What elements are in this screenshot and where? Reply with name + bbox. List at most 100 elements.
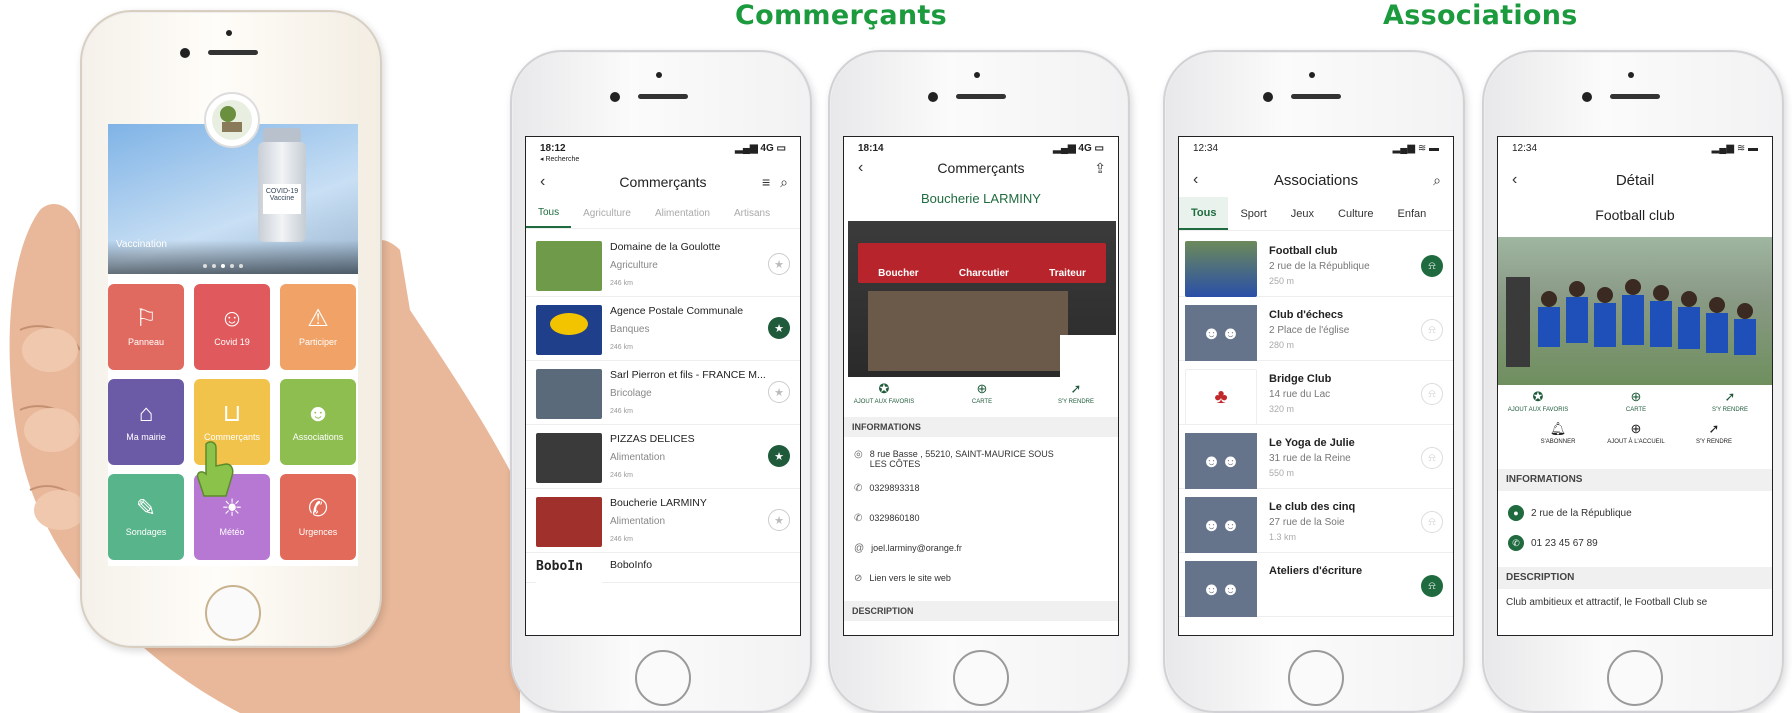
map-icon: ⊕	[1630, 389, 1642, 404]
tile-poll[interactable]: ✎ Sondages	[108, 474, 184, 560]
tab-1[interactable]: Agriculture	[571, 199, 643, 228]
status-time: 18:14	[858, 143, 884, 154]
list-item[interactable]: Football club 2 rue de la République 250 m…	[1179, 233, 1453, 297]
list-item[interactable]: Sarl Pierron et fils - FRANCE M... Bricol…	[526, 361, 800, 425]
list-item[interactable]: ♣ Bridge Club 14 rue du Lac 320 m ⍾	[1179, 361, 1453, 425]
item-address: 2 Place de l'église	[1269, 325, 1350, 336]
tab-0[interactable]: Tous	[1179, 197, 1229, 230]
subscribe-bell-icon[interactable]: ⍾	[1421, 319, 1443, 341]
home-button[interactable]	[953, 650, 1009, 706]
shop-photo[interactable]: Boucher Charcutier Traiteur	[848, 221, 1116, 377]
banner-pager[interactable]	[203, 264, 243, 268]
directions-button[interactable]: ➚ S'Y RENDRE	[1690, 389, 1770, 413]
status-time: 12:34	[1193, 143, 1219, 154]
back-chevron-icon[interactable]: ‹	[1512, 171, 1517, 189]
info-header: INFORMATIONS	[1498, 469, 1772, 491]
item-distance: 246 km	[610, 472, 633, 479]
associations-heading: Associations	[1383, 0, 1578, 31]
item-name: Agence Postale Communale	[610, 305, 744, 317]
item-name: Bridge Club	[1269, 373, 1332, 385]
subscribe-button[interactable]: 🔔︎ S'ABONNER	[1518, 421, 1598, 445]
commercants-list-screen: 18:12 ▂▄▆ 4G ▭ ◂ Recherche ‹ Commerçants …	[525, 136, 801, 636]
subscribe-bell-icon[interactable]: ⍾	[1421, 511, 1443, 533]
tab-4[interactable]: Enfan	[1385, 197, 1438, 230]
shop-thumbnail	[536, 241, 602, 291]
link-icon: ⊘	[854, 573, 863, 584]
item-distance: 280 m	[1269, 340, 1295, 350]
tab-1[interactable]: Sport	[1228, 197, 1278, 230]
list-item[interactable]: PIZZAS DELICES Alimentation 246 km ★	[526, 425, 800, 489]
search-icon[interactable]: ⌕	[1433, 172, 1441, 189]
boboinfo-logo: BoboIn	[536, 559, 602, 609]
address-row[interactable]: ◎ 8 rue Basse , 55210, SAINT-MAURICE SOUS…	[854, 449, 1054, 469]
club-thumbnail	[1185, 241, 1257, 297]
back-chevron-icon[interactable]: ‹	[540, 173, 545, 191]
home-tiles: ⚐ Panneau ☺ Covid 19 ⚠ Participer ⌂ Ma mairie ⊔ C…	[108, 284, 358, 560]
list-item[interactable]: BoboIn BoboInfo	[526, 553, 800, 609]
page-title: Associations	[1273, 171, 1359, 189]
home-button[interactable]	[205, 585, 261, 641]
post-logo-thumbnail	[536, 305, 602, 355]
list-item[interactable]: Agence Postale Communale Banques 246 km ★	[526, 297, 800, 361]
back-chevron-icon[interactable]: ‹	[1193, 171, 1198, 189]
tab-3[interactable]: Artisans	[722, 199, 782, 228]
tile-people[interactable]: ☻ Associations	[280, 379, 356, 465]
phone-row[interactable]: ✆ 01 23 45 67 89	[1508, 535, 1708, 551]
back-chevron-icon[interactable]: ‹	[858, 159, 863, 177]
list-item[interactable]: ☻☻ Le Yoga de Julie 31 rue de la Reine 550 …	[1179, 425, 1453, 489]
phone-shop-detail: 18:14 ▂▄▆ 4G ▭ ‹ Commerçants ⇪ Boucherie …	[828, 50, 1130, 713]
list-item[interactable]: ☻☻ Le club des cinq 27 rue de la Soie 1.3 k…	[1179, 489, 1453, 553]
share-icon[interactable]: ⇪	[1094, 160, 1106, 177]
list-item[interactable]: Domaine de la Goulotte Agriculture 246 km ★	[526, 233, 800, 297]
directions-button[interactable]: ➚ S'Y RENDRE	[1036, 381, 1116, 405]
page-title: Commerçants	[937, 160, 1025, 176]
tile-mask[interactable]: ☺ Covid 19	[194, 284, 270, 370]
sort-icon[interactable]: ≡	[762, 174, 770, 191]
item-distance: 250 m	[1269, 276, 1295, 286]
tab-2[interactable]: Alimentation	[643, 199, 722, 228]
add-favorite-button[interactable]: ✪ AJOUT AUX FAVORIS	[1498, 389, 1578, 413]
subscribe-bell-icon[interactable]: ⍾	[1421, 575, 1443, 597]
favorite-star-icon[interactable]: ★	[768, 317, 790, 339]
phone-row[interactable]: ✆ 0329860180	[854, 513, 1054, 524]
list-item[interactable]: ☻☻ Club d'échecs 2 Place de l'église 280 m ⍾	[1179, 297, 1453, 361]
map-button[interactable]: ⊕ CARTE	[942, 381, 1022, 405]
phone-icon: ✆	[854, 513, 863, 524]
status-time: 12:34	[1512, 143, 1538, 154]
tab-2[interactable]: Jeux	[1279, 197, 1326, 230]
favorite-star-icon[interactable]: ★	[768, 381, 790, 403]
tile-phone[interactable]: ✆ Urgences	[280, 474, 356, 560]
phone-row[interactable]: ✆ 0329893318	[854, 483, 1054, 494]
add-to-home-button[interactable]: ⊕ AJOUT À L'ACCUEIL	[1596, 421, 1676, 445]
favorite-star-icon[interactable]: ★	[768, 509, 790, 531]
email-row[interactable]: @ joel.larminy@orange.fr	[854, 543, 1054, 554]
shop-thumbnail	[536, 369, 602, 419]
item-distance: 320 m	[1269, 404, 1295, 414]
home-button[interactable]	[1288, 650, 1344, 706]
subscribe-bell-icon[interactable]: ⍾	[1421, 447, 1443, 469]
address-row[interactable]: ● 2 rue de la République	[1508, 505, 1708, 521]
back-to-search-link[interactable]: ◂ Recherche	[540, 155, 579, 163]
list-item[interactable]: ☻☻ Ateliers d'écriture ⍾	[1179, 553, 1453, 617]
tile-label: Associations	[292, 432, 344, 442]
website-row[interactable]: ⊘ Lien vers le site web	[854, 573, 1054, 584]
home-button[interactable]	[635, 650, 691, 706]
add-favorite-button[interactable]: ✪ AJOUT AUX FAVORIS	[844, 381, 924, 405]
club-photo[interactable]	[1498, 237, 1772, 385]
favorite-star-icon[interactable]: ★	[768, 445, 790, 467]
subscribe-bell-icon[interactable]: ⍾	[1421, 255, 1443, 277]
favorite-star-icon[interactable]: ★	[768, 253, 790, 275]
directions-button[interactable]: ➚ S'Y RENDRE	[1674, 421, 1754, 445]
tile-warning[interactable]: ⚠ Participer	[280, 284, 356, 370]
subscribe-bell-icon[interactable]: ⍾	[1421, 383, 1443, 405]
list-item[interactable]: Boucherie LARMINY Alimentation 246 km ★	[526, 489, 800, 553]
tile-sign[interactable]: ⚐ Panneau	[108, 284, 184, 370]
tab-3[interactable]: Culture	[1326, 197, 1385, 230]
map-button[interactable]: ⊕ CARTE	[1596, 389, 1676, 413]
search-icon[interactable]: ⌕	[780, 174, 788, 191]
tab-0[interactable]: Tous	[526, 199, 572, 228]
category-tabs: Tous Agriculture Alimentation Artisans	[526, 199, 800, 229]
map-icon: ⊕	[976, 381, 988, 396]
home-button[interactable]	[1607, 650, 1663, 706]
tile-townhall[interactable]: ⌂ Ma mairie	[108, 379, 184, 465]
